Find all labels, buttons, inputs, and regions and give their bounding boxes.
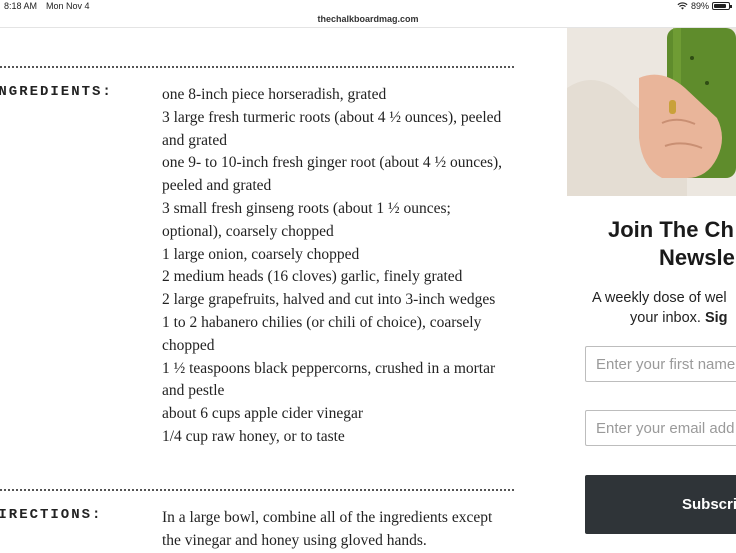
status-right-group: 89% xyxy=(677,1,732,11)
ingredient-item: 1 large onion, coarsely chopped xyxy=(162,245,360,263)
battery-tip xyxy=(730,5,732,8)
ingredients-list: one 8-inch piece horseradish, grated 3 la… xyxy=(162,84,512,449)
smoothie-illustration xyxy=(567,28,736,196)
ingredient-item: 3 small fresh ginseng roots (about 1 ½ o… xyxy=(162,199,451,240)
dotted-divider-top xyxy=(0,66,514,68)
newsletter-title-line1: Join The Ch xyxy=(608,217,734,242)
newsletter-desc-line1: A weekly dose of wel xyxy=(592,290,727,306)
newsletter-title-line2: Newsle xyxy=(659,245,735,270)
battery-percent: 89% xyxy=(690,1,709,11)
newsletter-description: A weekly dose of wel your inbox. Sig xyxy=(592,288,736,328)
email-input[interactable] xyxy=(585,410,736,446)
ingredient-item: 1/4 cup raw honey, or to taste xyxy=(162,427,345,445)
newsletter-title: Join The Ch Newsle xyxy=(608,216,736,272)
newsletter-sidebar: Join The Ch Newsle A weekly dose of wel … xyxy=(567,28,736,552)
newsletter-desc-line2: your inbox. Sig xyxy=(592,308,736,328)
battery-icon xyxy=(712,2,732,10)
newsletter-desc-signup-bold: Sig xyxy=(704,310,728,326)
ingredients-heading: INGREDIENTS: xyxy=(0,84,113,100)
ingredient-item: one 8-inch piece horseradish, grated xyxy=(162,86,387,103)
first-name-input[interactable] xyxy=(585,346,736,382)
ingredient-item: 2 large grapefruits, halved and cut into… xyxy=(162,291,496,309)
status-time: 8:18 AM xyxy=(4,1,38,11)
ingredient-item: about 6 cups apple cider vinegar xyxy=(162,405,363,423)
url-text: thechalkboardmag.com xyxy=(317,14,419,24)
directions-heading: DIRECTIONS: xyxy=(0,507,103,523)
newsletter-desc-line2-text: your inbox. xyxy=(630,310,705,326)
wifi-icon xyxy=(677,2,688,10)
subscribe-button[interactable]: Subscri xyxy=(585,475,736,534)
status-date: Mon Nov 4 xyxy=(46,1,90,11)
address-bar[interactable]: thechalkboardmag.com xyxy=(0,12,736,28)
ingredient-item: 1 ½ teaspoons black peppercorns, crushed… xyxy=(162,359,496,400)
ingredient-item: 3 large fresh turmeric roots (about 4 ½ … xyxy=(162,108,502,149)
ingredient-item: 2 medium heads (16 cloves) garlic, finel… xyxy=(162,268,463,286)
directions-text: In a large bowl, combine all of the ingr… xyxy=(162,509,493,549)
dotted-divider-bottom xyxy=(0,489,514,491)
smoothie-photo xyxy=(567,28,736,196)
status-bar: 8:18 AM Mon Nov 4 89% xyxy=(0,0,736,12)
battery-fill xyxy=(714,4,726,8)
ingredient-item: one 9- to 10-inch fresh ginger root (abo… xyxy=(162,154,503,195)
ingredient-item: 1 to 2 habanero chilies (or chili of cho… xyxy=(162,313,482,354)
